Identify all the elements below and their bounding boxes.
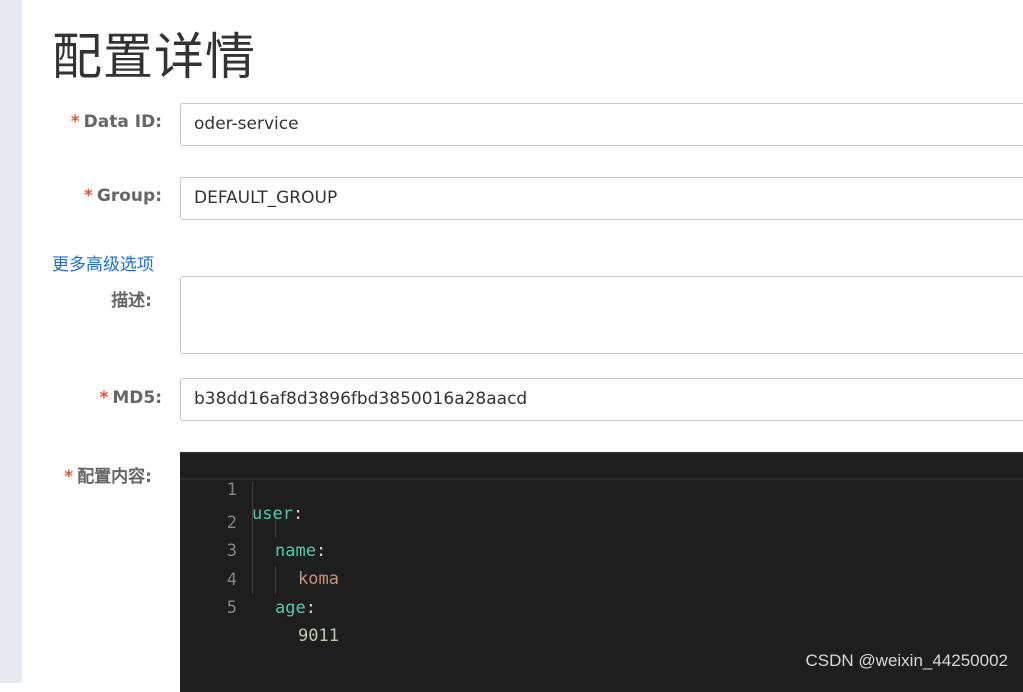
- required-asterisk: *: [99, 388, 109, 408]
- group-label: * Group:: [84, 186, 162, 206]
- left-sidebar-rail: [0, 0, 22, 683]
- config-content-label-text: 配置内容:: [77, 467, 152, 487]
- editor-line: 5 9011: [180, 566, 1023, 646]
- line-number: 5: [226, 598, 237, 618]
- data-id-label: * Data ID:: [71, 112, 162, 132]
- required-asterisk: *: [64, 467, 74, 487]
- editor-line: 4 age:: [180, 538, 1023, 618]
- data-id-input[interactable]: oder-service: [180, 103, 1023, 146]
- code-text: age:: [275, 594, 316, 622]
- group-input[interactable]: DEFAULT_GROUP: [180, 177, 1023, 220]
- group-label-text: Group:: [96, 186, 162, 206]
- editor-line: 2 name:: [180, 481, 1023, 561]
- md5-label-text: MD5:: [112, 388, 162, 408]
- yaml-number-value: 9011: [298, 626, 339, 646]
- editor-line: 1 user:: [180, 452, 1023, 524]
- page-title: 配置详情: [52, 28, 256, 86]
- editor-line: 3 koma: [180, 509, 1023, 589]
- required-asterisk: *: [84, 186, 93, 206]
- data-id-label-text: Data ID:: [83, 112, 162, 132]
- yaml-colon: :: [305, 598, 316, 618]
- md5-label: * MD5:: [99, 388, 162, 408]
- more-advanced-options-link[interactable]: 更多高级选项: [52, 250, 154, 275]
- description-textarea[interactable]: [180, 276, 1023, 354]
- yaml-key: age: [275, 598, 306, 618]
- md5-input[interactable]: b38dd16af8d3896fbd3850016a28aacd: [180, 378, 1023, 421]
- csdn-watermark: CSDN @weixin_44250002: [805, 651, 1008, 670]
- config-content-label: * 配置内容:: [64, 462, 152, 487]
- description-label: 描述:: [111, 291, 152, 311]
- required-asterisk: *: [70, 112, 80, 132]
